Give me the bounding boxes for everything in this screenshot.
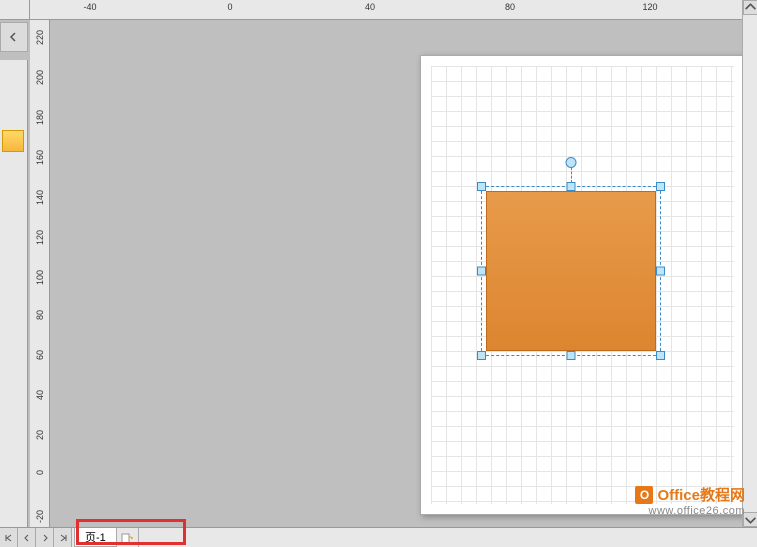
chevron-up-icon [744,1,757,14]
scroll-up-button[interactable] [743,0,757,15]
resize-handle-s[interactable] [567,351,576,360]
ruler-corner [0,0,30,20]
panel-collapse-button[interactable] [0,22,28,52]
ruler-h-tick-label: 120 [642,2,657,12]
chevron-right-icon [41,534,49,542]
chevron-left-icon [9,32,19,42]
rotation-connector [571,167,572,183]
rectangle-shape[interactable] [486,191,656,351]
ruler-v-tick-label: 20 [35,430,45,440]
resize-handle-se[interactable] [656,351,665,360]
page[interactable] [420,55,742,515]
last-icon [59,534,67,542]
chevron-down-icon [744,513,757,526]
ruler-v-tick-label: 100 [35,270,45,285]
ruler-h-tick-label: -40 [83,2,96,12]
ruler-v-tick-label: 120 [35,230,45,245]
ruler-h-tick-label: 40 [365,2,375,12]
first-icon [5,534,13,542]
ruler-v-tick-label: -20 [35,510,45,523]
resize-handle-n[interactable] [567,182,576,191]
ruler-v-tick-label: 200 [35,70,45,85]
resize-handle-ne[interactable] [656,182,665,191]
shape-thumbnail[interactable] [2,130,24,152]
ruler-horizontal[interactable]: -40 0 40 80 120 [30,0,742,20]
scroll-down-button[interactable] [743,512,757,527]
ruler-v-tick-label: 40 [35,390,45,400]
chevron-left-icon [23,534,31,542]
rotation-handle[interactable] [566,157,577,168]
resize-handle-nw[interactable] [477,182,486,191]
tab-nav-prev[interactable] [18,528,36,547]
shapes-panel [0,60,28,527]
ruler-v-tick-label: 140 [35,190,45,205]
page-tab-1[interactable]: 页-1 [74,528,117,547]
ruler-h-tick-label: 0 [227,2,232,12]
shape-selection-box[interactable] [481,186,661,356]
drawing-canvas[interactable] [50,20,742,527]
vertical-scrollbar[interactable] [742,0,757,527]
tab-nav-first[interactable] [0,528,18,547]
ruler-h-tick-label: 80 [505,2,515,12]
page-tab-bar: 页-1 [0,527,757,547]
page-tab-label: 页-1 [85,529,106,545]
ruler-vertical[interactable]: 220 200 180 160 140 120 100 80 60 40 20 … [30,20,50,527]
ruler-v-tick-label: 220 [35,30,45,45]
resize-handle-w[interactable] [477,267,486,276]
tab-nav-last[interactable] [54,528,72,547]
ruler-v-tick-label: 0 [35,470,45,475]
ruler-v-tick-label: 60 [35,350,45,360]
resize-handle-sw[interactable] [477,351,486,360]
new-page-tab-button[interactable] [117,528,139,547]
ruler-v-tick-label: 80 [35,310,45,320]
new-page-icon [121,532,133,544]
ruler-v-tick-label: 160 [35,150,45,165]
tab-nav-next[interactable] [36,528,54,547]
ruler-v-tick-label: 180 [35,110,45,125]
resize-handle-e[interactable] [656,267,665,276]
